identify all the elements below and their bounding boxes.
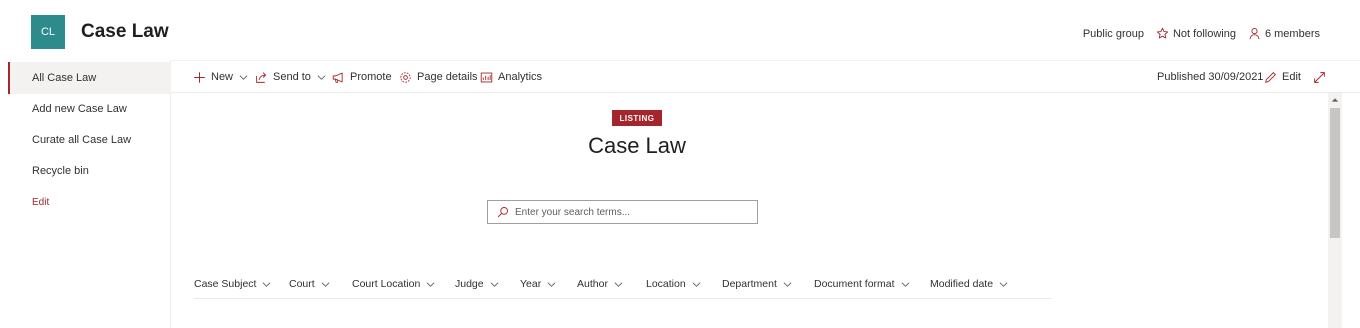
site-header: CL Case Law Public group Not following 6… <box>0 0 1360 60</box>
vertical-scrollbar[interactable] <box>1328 93 1342 328</box>
published-label: Published 30/09/2021 <box>1157 71 1264 83</box>
nav-edit-label: Edit <box>32 196 50 208</box>
analytics-button[interactable]: Analytics <box>480 61 542 93</box>
refiner-label: Case Subject <box>194 278 257 290</box>
gear-icon <box>399 71 412 84</box>
nav-item-label: All Case Law <box>32 72 97 84</box>
nav-item-all-case-law[interactable]: All Case Law <box>8 62 171 94</box>
chevron-down-icon <box>262 280 271 289</box>
search-refiners: Case Subject Court Court Location Judge … <box>194 273 1052 299</box>
refiner-court[interactable]: Court <box>289 273 330 295</box>
scroll-up-arrow-icon[interactable] <box>1331 96 1339 104</box>
nav-item-add-new-case-law[interactable]: Add new Case Law <box>8 93 171 125</box>
refiner-label: Court <box>289 278 315 290</box>
members-label: 6 members <box>1264 27 1320 40</box>
chevron-down-icon <box>317 73 326 82</box>
search-input[interactable] <box>515 206 745 218</box>
chevron-down-icon <box>783 280 792 289</box>
edit-page-button[interactable]: Edit <box>1264 61 1301 93</box>
published-status: Published 30/09/2021 <box>1157 61 1263 93</box>
refiner-document-format[interactable]: Document format <box>814 273 910 295</box>
listing-badge: LISTING <box>612 110 662 126</box>
nav-item-recycle-bin[interactable]: Recycle bin <box>8 155 171 187</box>
send-to-button[interactable]: Send to <box>255 61 326 93</box>
chevron-down-icon <box>426 280 435 289</box>
refiner-label: Year <box>520 278 542 290</box>
megaphone-icon <box>332 71 345 84</box>
page-title: Case Law <box>588 133 686 158</box>
person-icon <box>1248 27 1261 40</box>
refiner-label: Modified date <box>930 278 994 290</box>
group-type-text: Public group <box>1082 27 1144 40</box>
refiner-label: Judge <box>455 278 484 290</box>
refiner-year[interactable]: Year <box>520 273 556 295</box>
share-icon <box>255 71 268 84</box>
refiner-judge[interactable]: Judge <box>455 273 499 295</box>
new-button[interactable]: New <box>193 61 248 93</box>
plus-icon <box>193 71 206 84</box>
left-navigation: All Case Law Add new Case Law Curate all… <box>0 60 171 328</box>
main-content: LISTING Case Law Case Subject Court Cour… <box>171 93 1328 328</box>
pencil-icon <box>1264 71 1277 84</box>
page-details-label: Page details <box>417 71 478 83</box>
search-box[interactable] <box>487 200 758 224</box>
star-icon <box>1156 27 1169 40</box>
nav-item-label: Curate all Case Law <box>32 134 132 146</box>
new-label: New <box>211 71 234 83</box>
edit-page-label: Edit <box>1282 71 1301 83</box>
chevron-down-icon <box>901 280 910 289</box>
promote-label: Promote <box>350 71 392 83</box>
refiner-court-location[interactable]: Court Location <box>352 273 435 295</box>
chevron-down-icon <box>614 280 623 289</box>
chart-icon <box>480 71 493 84</box>
follow-label: Not following <box>1172 27 1236 40</box>
refiner-author[interactable]: Author <box>577 273 623 295</box>
site-title[interactable]: Case Law <box>81 21 169 43</box>
refiner-case-subject[interactable]: Case Subject <box>194 273 271 295</box>
refiner-label: Department <box>722 278 777 290</box>
refiner-location[interactable]: Location <box>646 273 701 295</box>
search-icon <box>497 206 509 218</box>
group-type-label: Public group <box>1083 28 1144 40</box>
refiner-label: Location <box>646 278 686 290</box>
refiner-label: Author <box>577 278 608 290</box>
scrollbar-thumb[interactable] <box>1330 108 1340 238</box>
nav-edit-link[interactable]: Edit <box>8 186 171 218</box>
analytics-label: Analytics <box>498 71 543 83</box>
expand-icon <box>1313 71 1326 84</box>
site-logo[interactable]: CL <box>31 15 65 49</box>
chevron-down-icon <box>692 280 701 289</box>
follow-button[interactable]: Not following <box>1156 27 1236 40</box>
refiner-modified-date[interactable]: Modified date <box>930 273 1008 295</box>
refiner-department[interactable]: Department <box>722 273 792 295</box>
nav-item-label: Add new Case Law <box>32 103 127 115</box>
promote-button[interactable]: Promote <box>332 61 392 93</box>
chevron-down-icon <box>490 280 499 289</box>
chevron-down-icon <box>239 73 248 82</box>
nav-item-curate-all-case-law[interactable]: Curate all Case Law <box>8 124 171 156</box>
chevron-down-icon <box>547 280 556 289</box>
send-to-label: Send to <box>273 71 311 83</box>
refiner-label: Document format <box>814 278 895 290</box>
chevron-down-icon <box>321 280 330 289</box>
chevron-down-icon <box>999 280 1008 289</box>
expand-button[interactable] <box>1313 61 1331 93</box>
page-details-button[interactable]: Page details <box>399 61 478 93</box>
nav-item-label: Recycle bin <box>32 165 89 177</box>
members-button[interactable]: 6 members <box>1248 27 1320 40</box>
header-actions: Public group Not following 6 members <box>1071 27 1320 40</box>
refiner-label: Court Location <box>352 278 421 290</box>
command-bar: New Send to Promote Page details Analyti… <box>171 60 1360 93</box>
